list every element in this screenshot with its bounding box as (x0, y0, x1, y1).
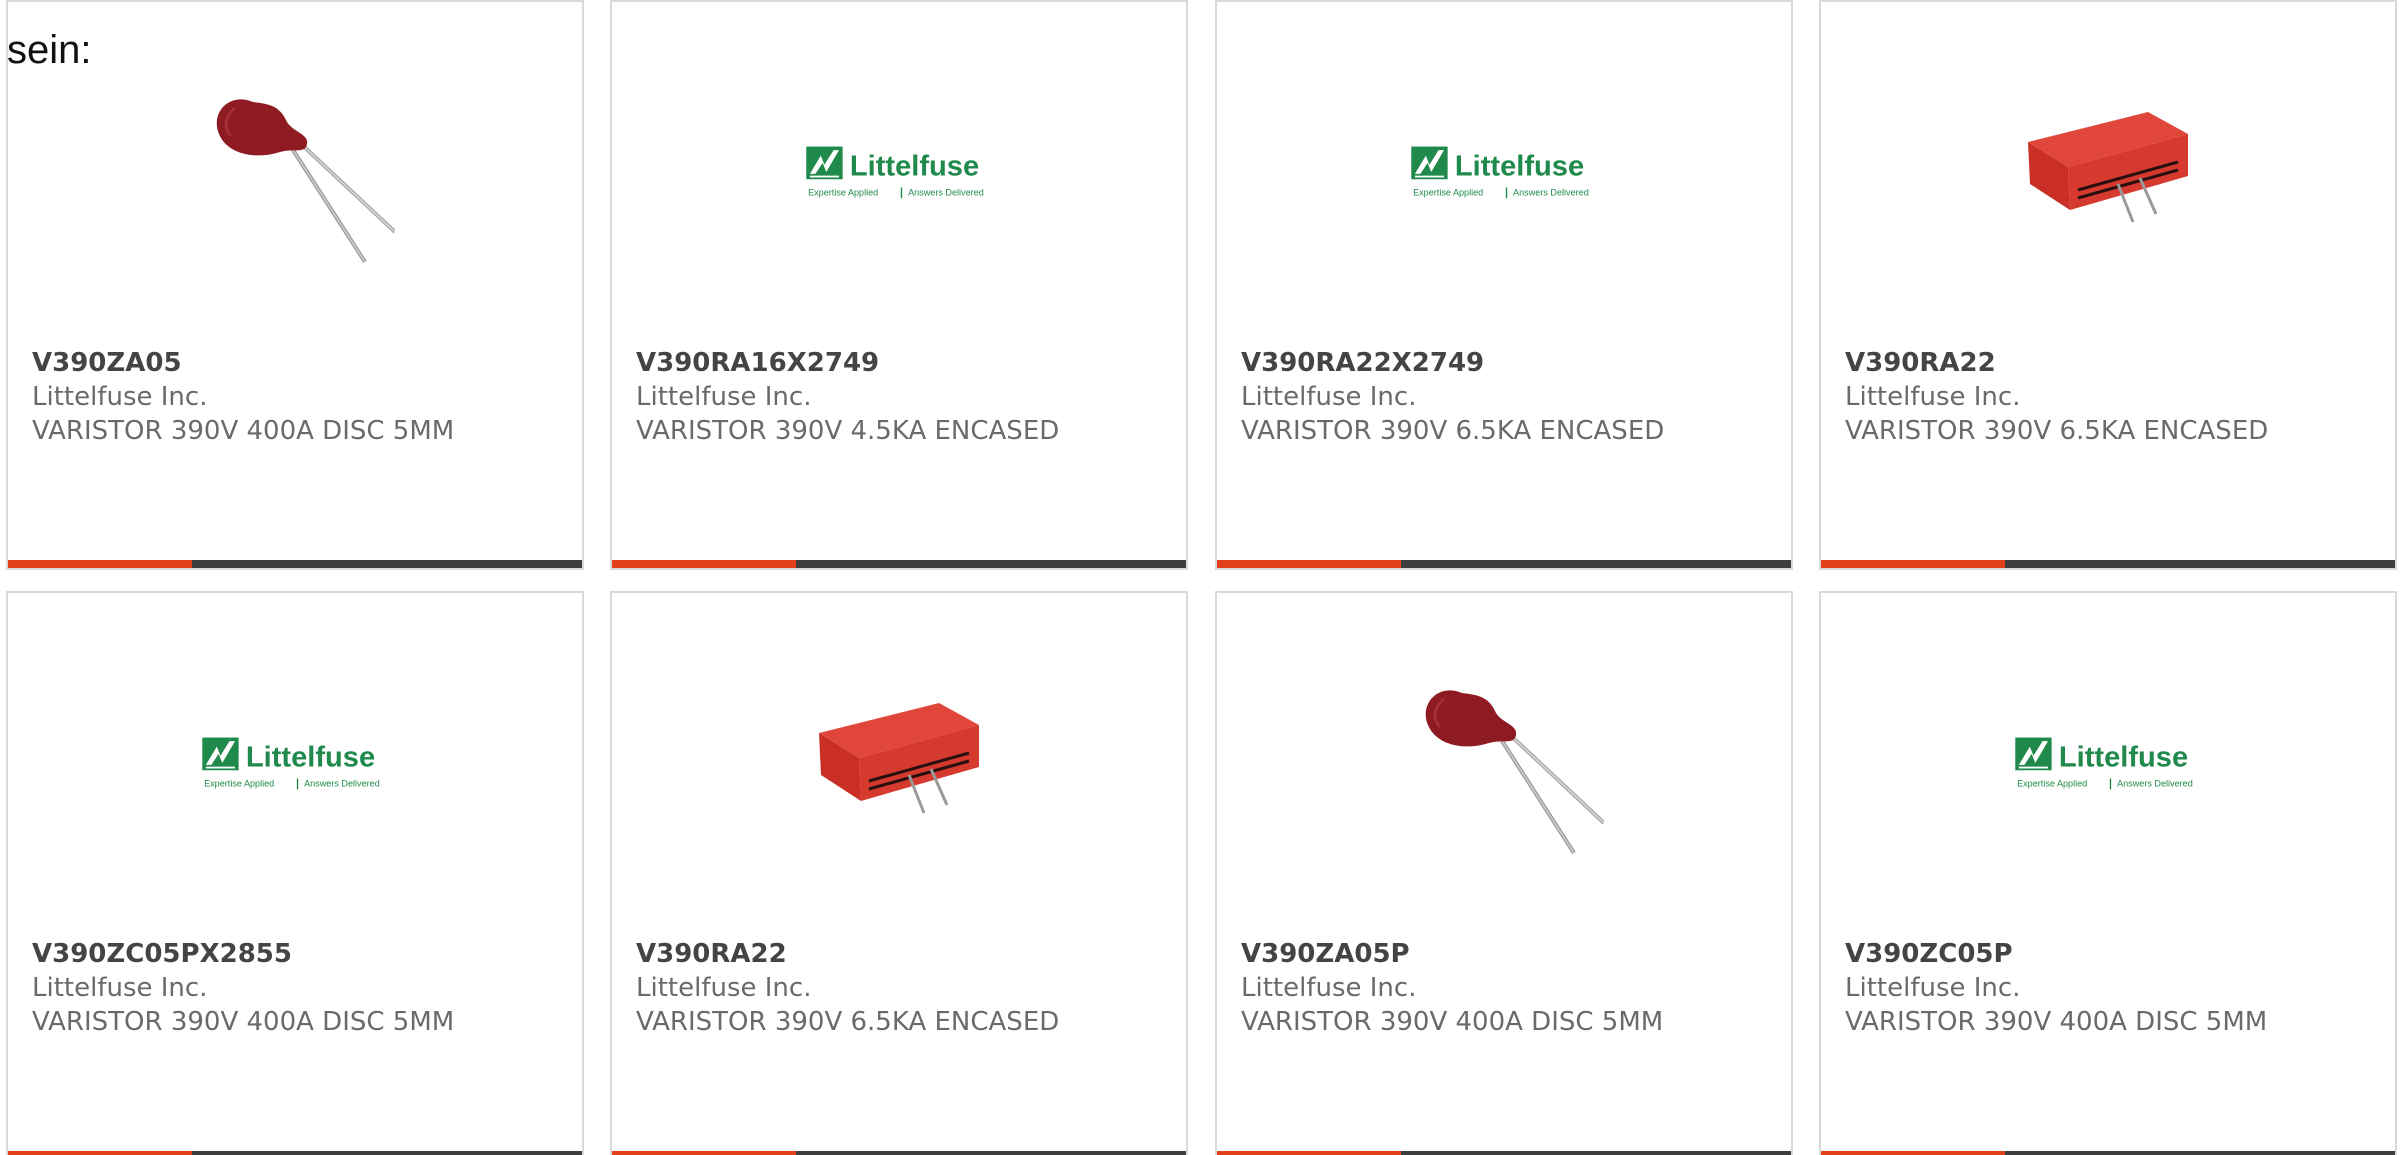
product-description: VARISTOR 390V 400A DISC 5MM (1241, 1007, 1664, 1037)
product-image[interactable]: Littelfuse Expertise Applied Answers Del… (195, 663, 395, 863)
product-info: V390ZC05PX2855 Littelfuse Inc. VARISTOR 39… (32, 937, 566, 1039)
product-card[interactable]: V390RA22 Littelfuse Inc. VARISTOR 390V 6.5… (610, 591, 1188, 1155)
product-description: VARISTOR 390V 400A DISC 5MM (32, 416, 455, 446)
product-manufacturer: Littelfuse Inc. (636, 973, 812, 1003)
encased-varistor-icon (2028, 112, 2188, 223)
product-manufacturer: Littelfuse Inc. (1845, 973, 2021, 1003)
product-info: V390RA22X2749 Littelfuse Inc. VARISTOR 390… (1241, 346, 1775, 448)
product-description: VARISTOR 390V 400A DISC 5MM (32, 1007, 455, 1037)
littelfuse-logo-icon: Littelfuse Expertise Applied Answers Del… (1411, 146, 1589, 199)
product-card[interactable]: Littelfuse Expertise Applied Answers Del… (6, 591, 584, 1155)
card-footer-bar (1217, 1151, 1791, 1155)
product-description: VARISTOR 390V 6.5KA ENCASED (636, 1007, 1060, 1037)
logo-tagline-left: Expertise Applied (2017, 779, 2087, 789)
logo-tagline-right: Answers Delivered (1513, 188, 1589, 198)
product-description: VARISTOR 390V 4.5KA ENCASED (636, 416, 1060, 446)
card-footer-bar (8, 1151, 582, 1155)
product-info: V390RA16X2749 Littelfuse Inc. VARISTOR 390… (636, 346, 1170, 448)
littelfuse-logo-icon: Littelfuse Expertise Applied Answers Del… (202, 737, 380, 790)
product-manufacturer: Littelfuse Inc. (32, 973, 208, 1003)
logo-wordmark: Littelfuse (850, 151, 979, 183)
logo-wordmark: Littelfuse (1455, 151, 1584, 183)
product-card[interactable]: Littelfuse Expertise Applied Answers Del… (1819, 591, 2397, 1155)
product-card[interactable]: V390RA22 Littelfuse Inc. VARISTOR 390V 6.5… (1819, 0, 2397, 570)
card-accent-bar (1217, 560, 1401, 568)
card-footer-bar (1821, 1151, 2395, 1155)
product-image[interactable] (195, 72, 395, 272)
product-card[interactable]: V390ZA05 Littelfuse Inc. VARISTOR 390V 400… (6, 0, 584, 570)
product-description: VARISTOR 390V 6.5KA ENCASED (1241, 416, 1665, 446)
card-accent-bar (8, 560, 192, 568)
logo-tagline-left: Expertise Applied (1413, 188, 1483, 198)
logo-wordmark: Littelfuse (2059, 742, 2188, 774)
product-part-number[interactable]: V390RA22X2749 (1241, 346, 1775, 380)
card-footer-bar (612, 1151, 1186, 1155)
product-card[interactable]: V390ZA05P Littelfuse Inc. VARISTOR 390V 40… (1215, 591, 1793, 1155)
card-footer-bar (1821, 560, 2395, 568)
card-accent-bar (8, 1151, 192, 1155)
product-manufacturer: Littelfuse Inc. (1241, 382, 1417, 412)
littelfuse-logo-icon: Littelfuse Expertise Applied Answers Del… (806, 146, 984, 199)
product-info: V390RA22 Littelfuse Inc. VARISTOR 390V 6.5… (636, 937, 1170, 1039)
logo-tagline-right: Answers Delivered (2117, 779, 2193, 789)
product-image[interactable]: Littelfuse Expertise Applied Answers Del… (799, 72, 999, 272)
product-manufacturer: Littelfuse Inc. (636, 382, 812, 412)
product-info: V390ZC05P Littelfuse Inc. VARISTOR 390V 40… (1845, 937, 2379, 1039)
product-part-number[interactable]: V390ZC05PX2855 (32, 937, 566, 971)
card-footer-bar (1217, 560, 1791, 568)
littelfuse-logo-icon: Littelfuse Expertise Applied Answers Del… (2015, 737, 2193, 790)
product-image[interactable] (799, 663, 999, 863)
product-image[interactable]: Littelfuse Expertise Applied Answers Del… (2008, 663, 2208, 863)
card-accent-bar (1217, 1151, 1401, 1155)
product-manufacturer: Littelfuse Inc. (32, 382, 208, 412)
product-grid-page: sein: V390ZA05 Littelfuse Inc. VARISTOR 39… (0, 0, 2400, 1155)
card-accent-bar (1821, 560, 2005, 568)
card-footer-bar (612, 560, 1186, 568)
product-part-number[interactable]: V390ZA05P (1241, 937, 1775, 971)
disc-varistor-icon (1425, 690, 1604, 855)
product-info: V390ZA05 Littelfuse Inc. VARISTOR 390V 400… (32, 346, 566, 448)
product-part-number[interactable]: V390RA16X2749 (636, 346, 1170, 380)
product-manufacturer: Littelfuse Inc. (1845, 382, 2021, 412)
product-info: V390RA22 Littelfuse Inc. VARISTOR 390V 6.5… (1845, 346, 2379, 448)
product-image[interactable] (2008, 72, 2208, 272)
logo-tagline-right: Answers Delivered (908, 188, 984, 198)
product-image[interactable] (1404, 663, 1604, 863)
card-accent-bar (1821, 1151, 2005, 1155)
card-footer-bar (8, 560, 582, 568)
product-card[interactable]: Littelfuse Expertise Applied Answers Del… (610, 0, 1188, 570)
product-description: VARISTOR 390V 400A DISC 5MM (1845, 1007, 2268, 1037)
logo-tagline-right: Answers Delivered (304, 779, 380, 789)
intro-text: sein: (7, 28, 92, 72)
card-accent-bar (612, 1151, 796, 1155)
card-accent-bar (612, 560, 796, 568)
product-info: V390ZA05P Littelfuse Inc. VARISTOR 390V 40… (1241, 937, 1775, 1039)
product-card[interactable]: Littelfuse Expertise Applied Answers Del… (1215, 0, 1793, 570)
logo-tagline-left: Expertise Applied (204, 779, 274, 789)
product-part-number[interactable]: V390ZA05 (32, 346, 566, 380)
product-part-number[interactable]: V390ZC05P (1845, 937, 2379, 971)
product-description: VARISTOR 390V 6.5KA ENCASED (1845, 416, 2269, 446)
logo-tagline-left: Expertise Applied (808, 188, 878, 198)
logo-wordmark: Littelfuse (246, 742, 375, 774)
product-part-number[interactable]: V390RA22 (636, 937, 1170, 971)
product-part-number[interactable]: V390RA22 (1845, 346, 2379, 380)
product-manufacturer: Littelfuse Inc. (1241, 973, 1417, 1003)
disc-varistor-icon (216, 99, 395, 264)
encased-varistor-icon (819, 703, 979, 814)
product-image[interactable]: Littelfuse Expertise Applied Answers Del… (1404, 72, 1604, 272)
